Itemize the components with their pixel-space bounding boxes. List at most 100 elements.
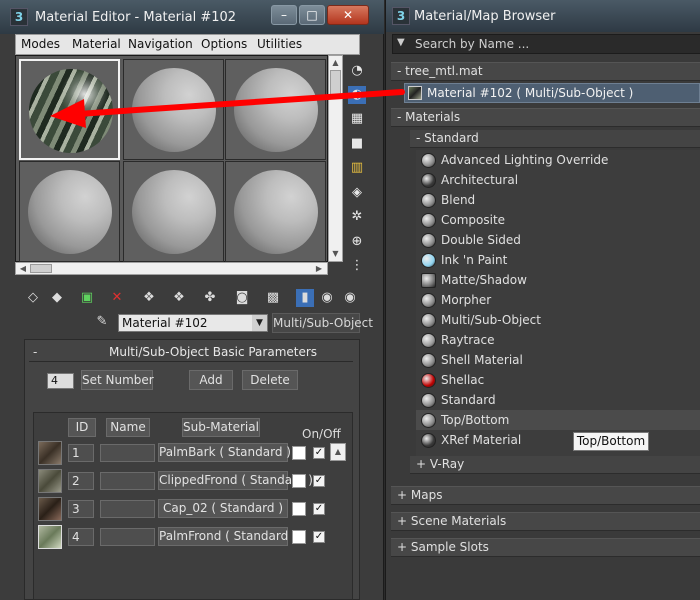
row-id-field[interactable]: 4 [68, 528, 94, 546]
slots-vertical-scrollbar[interactable]: ▲ ▼ [328, 55, 343, 262]
material-type-item[interactable]: Standard [416, 390, 700, 410]
scroll-right-icon[interactable]: ▶ [314, 263, 324, 274]
pick-material-eyedropper-icon[interactable]: ✎ [93, 313, 111, 331]
row-name-field[interactable] [100, 444, 155, 462]
color-swatch[interactable] [292, 474, 306, 488]
reset-map-icon[interactable]: ✕ [108, 289, 126, 307]
scroll-thumb[interactable] [30, 264, 52, 273]
color-swatch[interactable] [292, 502, 306, 516]
material-type-item[interactable]: Advanced Lighting Override [416, 150, 700, 170]
show-end-result-icon[interactable]: ▮ [296, 289, 314, 307]
on-off-checkbox[interactable]: ✓ [313, 475, 325, 487]
row-id-field[interactable]: 1 [68, 444, 94, 462]
get-material-icon[interactable]: ◇ [24, 289, 42, 307]
menu-modes[interactable]: Modes [21, 37, 60, 51]
scroll-thumb[interactable] [330, 70, 341, 96]
material-type-item[interactable]: Shellac [416, 370, 700, 390]
background-checker-icon[interactable]: ▦ [348, 110, 366, 128]
select-by-material-icon[interactable]: ⊕ [348, 233, 366, 251]
color-swatch[interactable] [292, 446, 306, 460]
menu-options[interactable]: Options [201, 37, 247, 51]
group-vray[interactable]: + V-Ray [410, 456, 700, 474]
material-type-item[interactable]: Top/Bottom [416, 410, 700, 430]
group-tree-mtl[interactable]: - tree_mtl.mat [391, 62, 700, 81]
sub-material-count-field[interactable]: 4 [47, 373, 74, 389]
scroll-up-icon[interactable]: ▲ [330, 57, 341, 68]
scroll-left-icon[interactable]: ◀ [18, 263, 28, 274]
set-number-button[interactable]: Set Number [81, 370, 154, 390]
close-button[interactable]: ✕ [327, 5, 369, 25]
group-maps[interactable]: + Maps [391, 486, 700, 505]
material-type-item[interactable]: Raytrace [416, 330, 700, 350]
go-forward-to-sibling-icon[interactable]: ◉ [341, 289, 359, 307]
make-preview-icon[interactable]: ◈ [348, 184, 366, 202]
sub-material-button[interactable]: PalmBark ( Standard ) [158, 443, 291, 462]
menu-utilities[interactable]: Utilities [257, 37, 302, 51]
material-map-navigator-icon[interactable]: ⋮ [348, 257, 366, 275]
menu-navigation[interactable]: Navigation [128, 37, 193, 51]
backlight-icon[interactable]: ◐ [348, 86, 366, 104]
sample-slot-6[interactable] [225, 161, 326, 262]
go-to-parent-icon[interactable]: ◉ [318, 289, 336, 307]
scroll-down-icon[interactable]: ▼ [330, 248, 341, 259]
group-sample-slots[interactable]: + Sample Slots [391, 538, 700, 557]
on-off-checkbox[interactable]: ✓ [313, 447, 325, 459]
group-standard[interactable]: - Standard [410, 130, 700, 148]
sub-material-button[interactable]: Cap_02 ( Standard ) [158, 499, 288, 518]
sub-material-button[interactable]: PalmFrond ( Standard ) [158, 527, 297, 546]
sample-slot-5[interactable] [123, 161, 224, 262]
chevron-down-icon[interactable]: ▼ [252, 315, 267, 331]
material-type-item[interactable]: Morpher [416, 290, 700, 310]
options-dropdown-icon[interactable]: ▼ [397, 37, 405, 48]
add-button[interactable]: Add [189, 370, 233, 390]
minimize-button[interactable]: – [271, 5, 297, 25]
delete-button[interactable]: Delete [242, 370, 298, 390]
sort-by-id-button[interactable]: ID [68, 418, 96, 437]
row-id-field[interactable]: 2 [68, 472, 94, 490]
show-map-in-viewport-icon[interactable]: ▩ [264, 289, 282, 307]
rollout-header[interactable]: - Multi/Sub-Object Basic Parameters [29, 344, 353, 362]
make-unique-icon[interactable]: ❖ [170, 289, 188, 307]
group-materials[interactable]: - Materials [391, 108, 700, 127]
material-type-item[interactable]: Matte/Shadow [416, 270, 700, 290]
sample-slot-2[interactable] [123, 59, 224, 160]
make-material-copy-icon[interactable]: ❖ [140, 289, 158, 307]
video-color-check-icon[interactable]: ▥ [348, 159, 366, 177]
browser-search-bar[interactable]: ▼ Search by Name ... [392, 34, 700, 54]
sample-type-icon[interactable]: ◔ [348, 62, 366, 80]
row-id-field[interactable]: 3 [68, 500, 94, 518]
material-type-item[interactable]: XRef Material [416, 430, 700, 450]
material-type-item[interactable]: Architectural [416, 170, 700, 190]
material-type-item[interactable]: Shell Material [416, 350, 700, 370]
row-name-field[interactable] [100, 528, 155, 546]
sub-material-button[interactable]: ClippedFrond ( Standard ) [158, 471, 313, 490]
sort-by-sub-material-button[interactable]: Sub-Material [182, 418, 260, 437]
rollout-toggle[interactable]: - [33, 345, 37, 359]
sample-slot-4[interactable] [19, 161, 120, 262]
put-to-library-icon[interactable]: ✤ [201, 289, 219, 307]
browser-selected-material[interactable]: Material #102 ( Multi/Sub-Object ) [404, 83, 700, 103]
group-scene-materials[interactable]: + Scene Materials [391, 512, 700, 531]
row-name-field[interactable] [100, 500, 155, 518]
material-type-item[interactable]: Composite [416, 210, 700, 230]
browser-titlebar[interactable]: 3 Material/Map Browser [386, 0, 700, 32]
material-type-item[interactable]: Ink 'n Paint [416, 250, 700, 270]
sample-slot-1[interactable] [19, 59, 120, 160]
assign-material-to-selection-icon[interactable]: ▣ [78, 289, 96, 307]
put-material-to-scene-icon[interactable]: ◆ [48, 289, 66, 307]
material-type-item[interactable]: Multi/Sub-Object [416, 310, 700, 330]
maximize-button[interactable]: □ [299, 5, 325, 25]
row-name-field[interactable] [100, 472, 155, 490]
menu-material[interactable]: Material [72, 37, 121, 51]
material-type-item[interactable]: Double Sided [416, 230, 700, 250]
on-off-checkbox[interactable]: ✓ [313, 531, 325, 543]
slots-horizontal-scrollbar[interactable]: ◀ ▶ [15, 262, 328, 275]
sample-uv-tiling-icon[interactable]: ■ [348, 135, 366, 153]
material-editor-titlebar[interactable]: 3 Material Editor - Material #102 – □ ✕ [0, 0, 384, 34]
material-id-channel-icon[interactable]: ◙ [233, 289, 251, 307]
sort-by-name-button[interactable]: Name [106, 418, 150, 437]
material-type-item[interactable]: Blend [416, 190, 700, 210]
material-type-button[interactable]: Multi/Sub-Object [272, 313, 373, 333]
on-off-checkbox[interactable]: ✓ [313, 503, 325, 515]
options-icon[interactable]: ✲ [348, 208, 366, 226]
